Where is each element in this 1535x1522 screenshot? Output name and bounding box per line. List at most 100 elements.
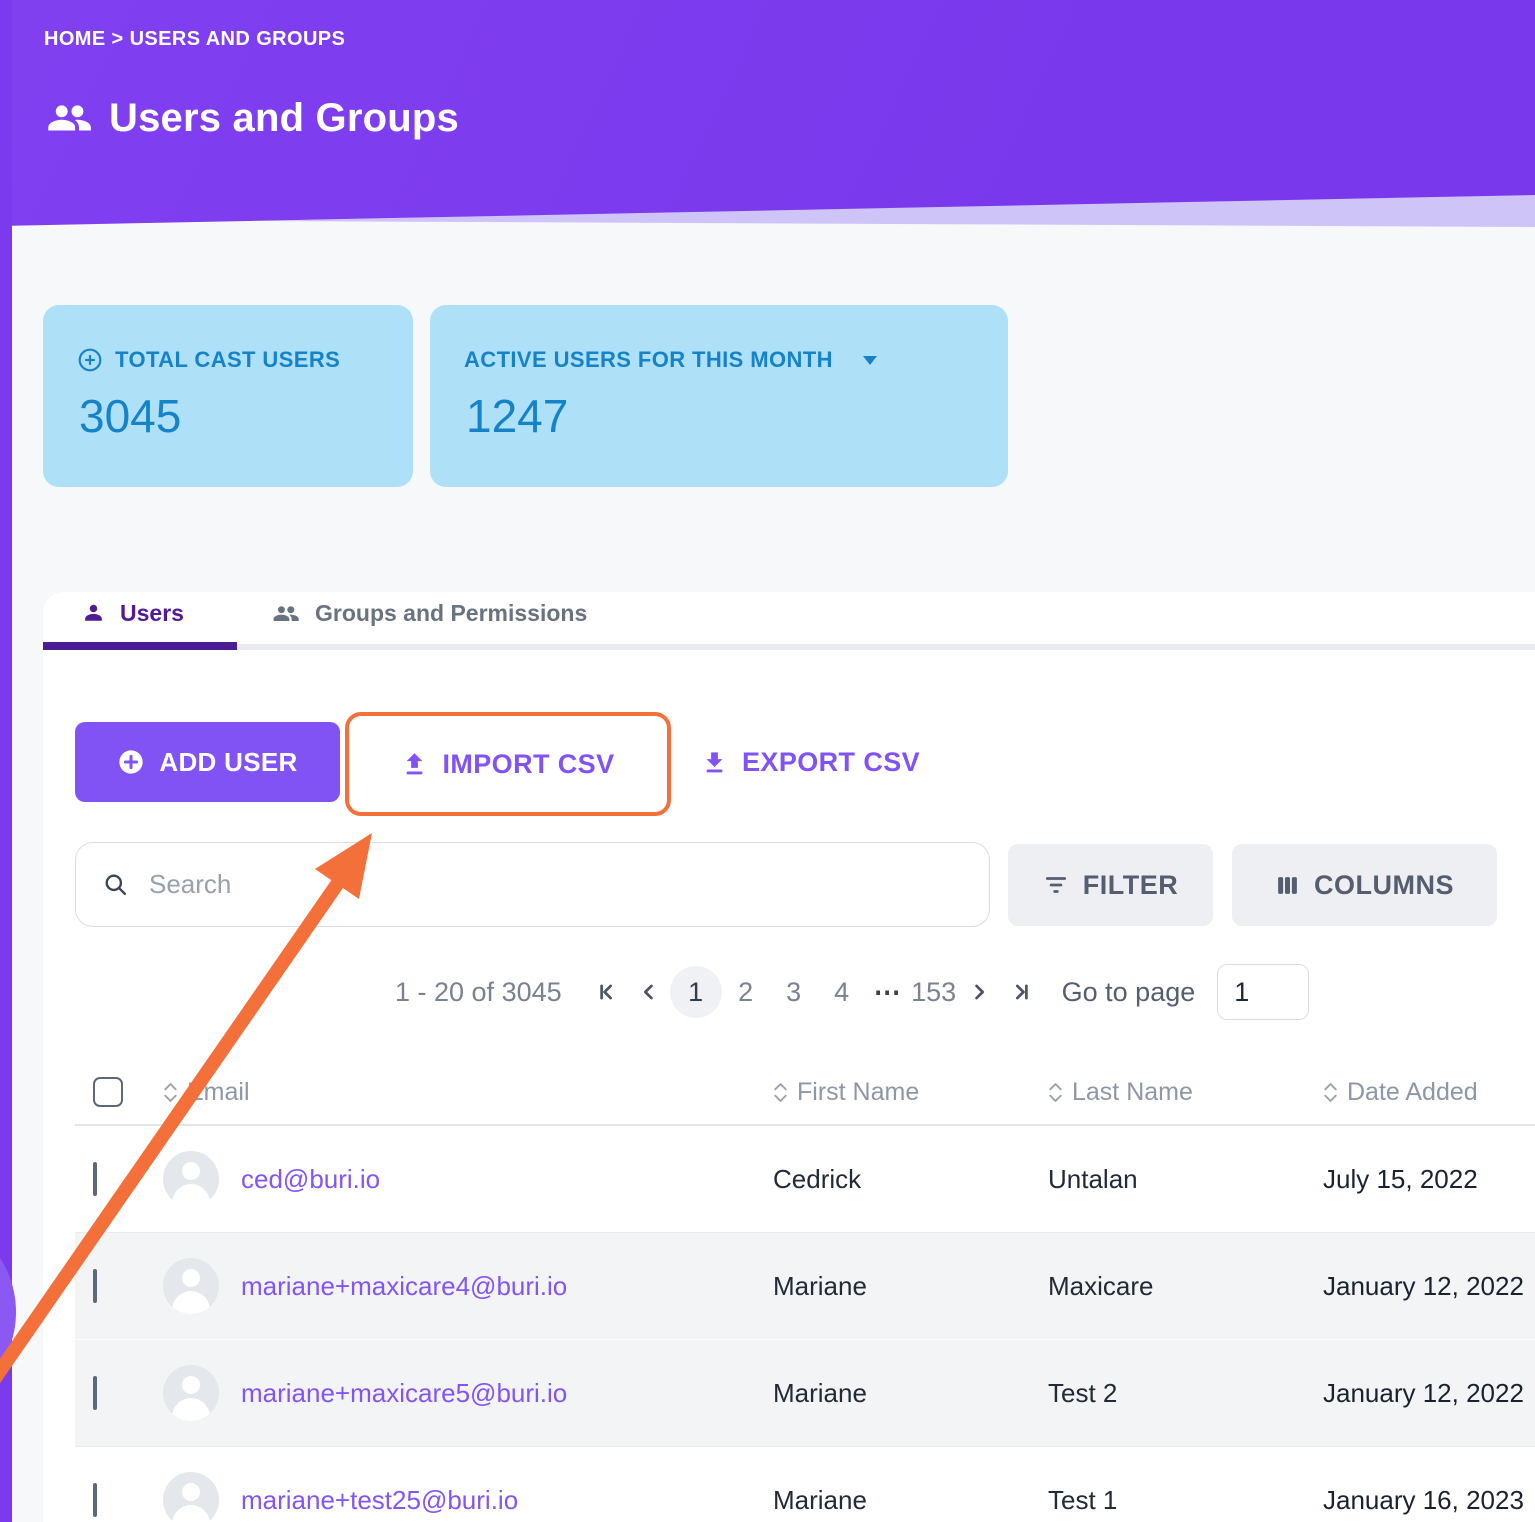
tab-bar: Users Groups and Permissions	[43, 592, 1535, 650]
table-header-row: Email First Name Last Name Date Added	[75, 1060, 1535, 1126]
page-number-2[interactable]: 2	[722, 966, 770, 1018]
stat-label-row: ACTIVE USERS FOR THIS MONTH	[464, 347, 1008, 373]
page-number-153[interactable]: 153	[910, 966, 958, 1018]
download-icon	[701, 749, 728, 776]
previous-page-button[interactable]	[628, 971, 670, 1013]
search-field	[75, 842, 990, 927]
active-tab-indicator	[43, 642, 237, 650]
tab-divider	[43, 644, 1535, 650]
pagination-ellipsis[interactable]: ⋯	[866, 977, 910, 1008]
column-header-last-name[interactable]: Last Name	[1048, 1078, 1323, 1107]
columns-label: COLUMNS	[1314, 869, 1454, 900]
caret-down-icon[interactable]	[862, 355, 877, 365]
date-added-cell: January 12, 2022	[1323, 1270, 1524, 1301]
stat-card-active-users: ACTIVE USERS FOR THIS MONTH 1247	[430, 305, 1008, 487]
import-csv-label: IMPORT CSV	[442, 748, 615, 779]
avatar	[163, 1151, 219, 1207]
users-and-groups-page: HOME > USERS AND GROUPS Users and Groups…	[0, 0, 1535, 1522]
upload-icon	[401, 751, 428, 778]
first-name-cell: Cedrick	[773, 1163, 862, 1194]
row-checkbox[interactable]	[93, 1375, 97, 1410]
row-checkbox[interactable]	[93, 1161, 97, 1196]
column-header-label: First Name	[797, 1077, 920, 1106]
page-title: Users and Groups	[109, 96, 459, 140]
filter-button[interactable]: FILTER	[1008, 844, 1213, 926]
column-header-date-added[interactable]: Date Added	[1323, 1078, 1535, 1107]
last-page-button[interactable]	[1000, 971, 1042, 1013]
columns-button[interactable]: COLUMNS	[1232, 844, 1497, 926]
first-name-cell: Mariane	[773, 1377, 867, 1408]
last-name-cell: Test 2	[1048, 1377, 1118, 1408]
people-icon	[46, 99, 92, 139]
page-number-4[interactable]: 4	[818, 966, 866, 1018]
select-all-checkbox[interactable]	[93, 1077, 123, 1107]
avatar	[163, 1472, 219, 1522]
sort-icon	[1324, 1082, 1337, 1102]
stat-value: 3045	[79, 390, 182, 442]
avatar	[163, 1258, 219, 1314]
tab-users[interactable]: Users	[81, 600, 184, 627]
users-panel: Users Groups and Permissions ADD USER IM…	[43, 592, 1535, 1522]
table-row: mariane+maxicare5@buri.io Mariane Test 2…	[75, 1339, 1535, 1446]
columns-icon	[1275, 873, 1300, 898]
last-name-cell: Untalan	[1048, 1163, 1138, 1194]
page-number-3[interactable]: 3	[770, 966, 818, 1018]
pagination-range: 1 - 20 of 3045	[395, 976, 562, 1007]
date-added-cell: January 12, 2022	[1323, 1377, 1524, 1408]
column-header-email[interactable]: Email	[145, 1078, 773, 1107]
stat-label: ACTIVE USERS FOR THIS MONTH	[464, 347, 833, 372]
add-user-button[interactable]: ADD USER	[75, 722, 340, 802]
filter-label: FILTER	[1082, 869, 1179, 900]
column-header-first-name[interactable]: First Name	[773, 1078, 1048, 1107]
table-row: mariane+maxicare4@buri.io Mariane Maxica…	[75, 1232, 1535, 1339]
column-header-label: Email	[187, 1077, 250, 1106]
go-to-page-input[interactable]	[1217, 964, 1310, 1020]
row-checkbox[interactable]	[93, 1482, 97, 1517]
next-page-button[interactable]	[958, 971, 1000, 1013]
column-header-label: Last Name	[1072, 1077, 1193, 1106]
column-header-label: Date Added	[1347, 1077, 1478, 1106]
plus-circle-icon	[77, 347, 103, 373]
export-csv-label: EXPORT CSV	[742, 746, 921, 777]
avatar	[163, 1365, 219, 1421]
user-email-link[interactable]: mariane+maxicare4@buri.io	[241, 1271, 567, 1302]
tab-groups-and-permissions[interactable]: Groups and Permissions	[271, 600, 587, 627]
pagination: 1 - 20 of 3045 1 2 3 4 ⋯ 153 Go to page …	[395, 964, 1310, 1020]
search-icon	[102, 871, 129, 898]
page-title-row: Users and Groups	[46, 96, 459, 141]
stat-label: TOTAL CAST USERS	[115, 347, 341, 372]
export-csv-button[interactable]: EXPORT CSV	[695, 722, 926, 802]
plus-circle-icon	[117, 748, 145, 776]
stat-card-total-cast-users: TOTAL CAST USERS 3045	[43, 305, 413, 487]
search-input[interactable]	[147, 868, 989, 901]
import-csv-highlight-box: IMPORT CSV	[345, 712, 671, 816]
user-email-link[interactable]: mariane+maxicare5@buri.io	[241, 1378, 567, 1409]
import-csv-button[interactable]: IMPORT CSV	[395, 748, 620, 781]
filter-icon	[1043, 872, 1069, 898]
user-email-link[interactable]: ced@buri.io	[241, 1164, 380, 1195]
page-number-1[interactable]: 1	[669, 966, 722, 1018]
users-table: Email First Name Last Name Date Added ce…	[75, 1060, 1535, 1522]
sort-icon	[164, 1082, 177, 1102]
first-page-button[interactable]	[586, 971, 628, 1013]
person-icon	[81, 601, 106, 626]
people-icon	[271, 602, 301, 626]
table-row: ced@buri.io Cedrick Untalan July 15, 202…	[75, 1126, 1535, 1232]
go-to-page-label: Go to page	[1061, 976, 1196, 1007]
user-email-link[interactable]: mariane+test25@buri.io	[241, 1485, 518, 1516]
last-name-cell: Maxicare	[1048, 1270, 1154, 1301]
tab-label: Groups and Permissions	[315, 600, 588, 626]
date-added-cell: January 16, 2023	[1323, 1484, 1524, 1515]
date-added-cell: July 15, 2022	[1323, 1163, 1478, 1194]
first-name-cell: Mariane	[773, 1484, 867, 1515]
stat-value: 1247	[466, 390, 569, 442]
table-row: mariane+test25@buri.io Mariane Test 1 Ja…	[75, 1446, 1535, 1522]
sort-icon	[1049, 1082, 1062, 1102]
add-user-label: ADD USER	[159, 746, 298, 777]
tab-label: Users	[120, 600, 184, 626]
breadcrumb[interactable]: HOME > USERS AND GROUPS	[44, 28, 345, 51]
last-name-cell: Test 1	[1048, 1484, 1118, 1515]
stat-label-row: TOTAL CAST USERS	[77, 347, 413, 373]
first-name-cell: Mariane	[773, 1270, 867, 1301]
row-checkbox[interactable]	[93, 1268, 97, 1303]
